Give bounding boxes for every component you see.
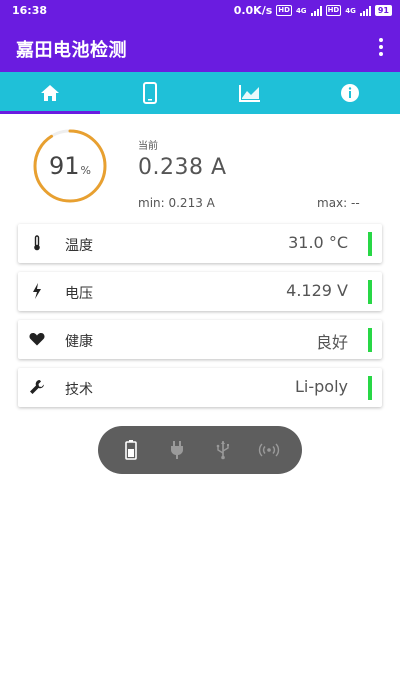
home-icon	[41, 85, 59, 101]
network-type: 4G	[345, 6, 356, 15]
info-cards: 温度 31.0 °C 电压 4.129 V 健康 良好 技术 Li-poly	[18, 224, 382, 416]
card-label: 技术	[65, 382, 93, 398]
battery-percent: 91	[49, 152, 80, 180]
battery-status-icon: 91	[374, 5, 392, 16]
tab-info[interactable]	[300, 72, 400, 114]
card-voltage: 电压 4.129 V	[18, 272, 382, 311]
tab-home[interactable]	[0, 72, 100, 114]
tab-phone[interactable]	[100, 72, 200, 114]
charge-mode-selector	[98, 426, 302, 474]
current-min: min: 0.213 A	[138, 196, 215, 210]
wrench-icon	[28, 378, 46, 396]
card-value: 31.0 °C	[288, 233, 348, 252]
status-indicator	[368, 232, 372, 256]
info-icon	[341, 84, 359, 102]
tab-chart[interactable]	[200, 72, 300, 114]
app-title: 嘉田电池检测	[16, 40, 127, 61]
app-bar: 嘉田电池检测	[0, 22, 400, 72]
more-vert-icon[interactable]	[376, 38, 386, 56]
status-time: 16:38	[12, 4, 48, 17]
card-value: 良好	[315, 333, 348, 352]
card-health: 健康 良好	[18, 320, 382, 359]
charge-mode-wireless[interactable]	[253, 434, 285, 466]
card-label: 电压	[65, 286, 93, 302]
card-value: Li-poly	[295, 377, 348, 396]
plug-icon	[171, 441, 183, 459]
net-speed: 0.0K/s	[233, 4, 273, 17]
wireless-icon	[258, 443, 280, 457]
signal-icon	[310, 5, 322, 16]
current-max: max: --	[317, 196, 360, 210]
phone-icon	[143, 82, 157, 104]
thermometer-icon	[28, 234, 46, 252]
card-technology: 技术 Li-poly	[18, 368, 382, 407]
charge-mode-ac[interactable]	[161, 434, 193, 466]
signal-icon	[359, 5, 371, 16]
battery-icon	[125, 440, 137, 460]
card-label: 健康	[65, 334, 93, 350]
hd-badge: HD	[276, 5, 292, 16]
lightning-icon	[28, 282, 46, 300]
charge-mode-battery[interactable]	[115, 434, 147, 466]
hd-badge: HD	[325, 5, 342, 16]
network-type: 4G	[295, 6, 307, 15]
card-value: 4.129 V	[286, 281, 348, 300]
status-indicator	[368, 328, 372, 352]
card-temperature: 温度 31.0 °C	[18, 224, 382, 263]
tab-bar	[0, 72, 400, 114]
status-bar: 16:38 0.0K/s HD 4G HD 4G 91	[0, 0, 400, 22]
usb-icon	[216, 441, 229, 460]
charge-mode-usb[interactable]	[207, 434, 239, 466]
percent-unit: %	[80, 163, 91, 177]
status-indicator	[368, 376, 372, 400]
chart-icon	[239, 85, 260, 102]
status-icons: 0.0K/s HD 4G HD 4G 91	[234, 4, 392, 17]
heart-icon	[28, 330, 46, 348]
current-value: 0.238 A	[138, 155, 227, 180]
status-indicator	[368, 280, 372, 304]
card-label: 温度	[65, 238, 93, 254]
battery-percent-display: 91 %	[32, 128, 108, 204]
current-label: 当前	[138, 141, 158, 152]
